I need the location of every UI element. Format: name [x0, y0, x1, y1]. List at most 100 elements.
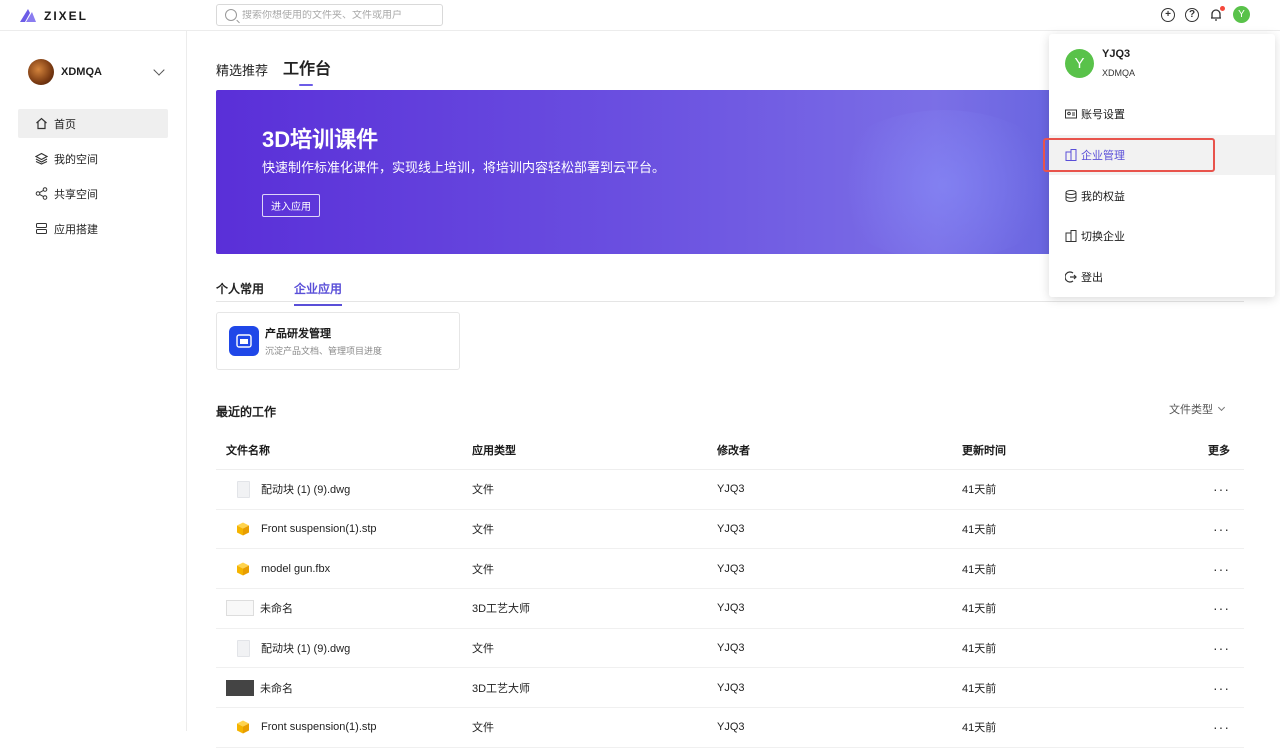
col-more: 更多 — [1208, 445, 1230, 457]
tab-personal[interactable]: 个人常用 — [216, 280, 264, 301]
sidebar-item-home[interactable]: 首页 — [18, 109, 168, 138]
user-menu-header: Y YJQ3 XDMQA — [1065, 48, 1135, 78]
sidebar-item-shared-space[interactable]: 共享空间 — [18, 179, 168, 208]
sidebar-item-label: 首页 — [54, 118, 76, 131]
user-avatar[interactable]: Y — [1233, 6, 1250, 23]
org-switcher[interactable]: XDMQA — [28, 59, 165, 85]
banner-graphic — [824, 110, 1064, 254]
col-name: 文件名称 — [226, 445, 270, 457]
sidebar: XDMQA 首页 我的空间 共享空间 应用搭建 — [0, 31, 187, 731]
top-bar: ZIXEL + ? Y — [0, 0, 1280, 31]
more-icon[interactable]: ··· — [1213, 521, 1230, 537]
more-icon[interactable]: ··· — [1213, 640, 1230, 656]
account-icon — [1065, 109, 1077, 119]
search-input[interactable] — [242, 9, 432, 21]
file-doc-icon — [235, 639, 251, 657]
model-cube-icon — [235, 520, 251, 538]
editor: YJQ3 — [717, 642, 745, 655]
app-type: 文件 — [472, 563, 494, 576]
sidebar-nav: 首页 我的空间 共享空间 应用搭建 — [18, 109, 168, 249]
file-name[interactable]: model gun.fbx — [261, 563, 330, 575]
help-icon[interactable]: ? — [1185, 7, 1199, 22]
more-icon[interactable]: ··· — [1213, 719, 1230, 735]
share-icon — [35, 187, 48, 200]
table-row[interactable]: 配动块 (1) (9).dwg 文件 YJQ3 41天前 ··· — [216, 470, 1244, 510]
update-time: 41天前 — [962, 524, 997, 537]
app-type: 3D工艺大师 — [472, 682, 531, 695]
table-row[interactable]: Front suspension(1).stp 文件 YJQ3 41天前 ··· — [216, 708, 1244, 748]
app-card-product-rd[interactable]: 产品研发管理 沉淀产品文档、管理项目进度 — [216, 312, 460, 370]
menu-item-label: 我的权益 — [1081, 191, 1125, 203]
file-type-filter[interactable]: 文件类型 — [1169, 401, 1226, 417]
editor: YJQ3 — [717, 523, 745, 536]
more-icon[interactable]: ··· — [1213, 481, 1230, 497]
tab-workbench[interactable]: 工作台 — [283, 55, 331, 86]
file-name[interactable]: 未命名 — [260, 600, 293, 616]
banner-subtitle: 快速制作标准化课件，实现线上培训，将培训内容轻松部署到云平台。 — [262, 160, 666, 175]
file-name[interactable]: Front suspension(1).stp — [261, 721, 377, 733]
menu-item-my-benefits[interactable]: 我的权益 — [1049, 176, 1275, 216]
top-icons: + ? Y — [1161, 5, 1250, 23]
more-icon[interactable]: ··· — [1213, 561, 1230, 577]
menu-user-org: XDMQA — [1102, 68, 1136, 78]
tab-enterprise-apps[interactable]: 企业应用 — [294, 280, 343, 306]
building-icon — [1065, 230, 1077, 242]
editor: YJQ3 — [717, 721, 745, 734]
file-name[interactable]: 配动块 (1) (9).dwg — [261, 640, 350, 656]
file-name[interactable]: 配动块 (1) (9).dwg — [261, 481, 350, 497]
enter-app-button[interactable]: 进入应用 — [262, 194, 320, 217]
sidebar-item-label: 共享空间 — [54, 188, 98, 201]
file-name[interactable]: 未命名 — [260, 680, 293, 696]
notification-dot — [1220, 5, 1225, 11]
app-card-title: 产品研发管理 — [265, 328, 331, 340]
org-avatar — [28, 59, 54, 85]
chevron-down-icon — [1217, 403, 1226, 411]
app-type: 文件 — [472, 524, 494, 537]
menu-item-account-settings[interactable]: 账号设置 — [1049, 94, 1275, 134]
sidebar-item-label: 我的空间 — [54, 153, 98, 166]
logout-icon — [1065, 271, 1077, 283]
editor: YJQ3 — [717, 483, 745, 496]
table-row[interactable]: 未命名 3D工艺大师 YJQ3 41天前 ··· — [216, 668, 1244, 709]
menu-item-switch-enterprise[interactable]: 切换企业 — [1049, 216, 1275, 256]
app-type: 3D工艺大师 — [472, 603, 531, 616]
app-card-desc: 沉淀产品文档、管理项目进度 — [265, 346, 383, 356]
banner-title: 3D培训课件 — [262, 127, 379, 152]
col-type: 应用类型 — [472, 445, 516, 457]
logo-text: ZIXEL — [44, 9, 89, 23]
menu-user-name: YJQ3 — [1102, 48, 1131, 60]
add-circle-icon[interactable]: + — [1161, 7, 1175, 22]
menu-item-enterprise-management[interactable]: 企业管理 — [1043, 135, 1275, 175]
col-editor: 修改者 — [717, 445, 750, 457]
recent-table: 文件名称 应用类型 修改者 更新时间 更多 配动块 (1) (9).dwg 文件 Y… — [216, 431, 1244, 748]
editor: YJQ3 — [717, 681, 745, 694]
more-icon[interactable]: ··· — [1213, 600, 1230, 616]
update-time: 41天前 — [962, 722, 997, 735]
app-type: 文件 — [472, 484, 494, 497]
sidebar-item-my-space[interactable]: 我的空间 — [18, 144, 168, 173]
sidebar-item-app-build[interactable]: 应用搭建 — [18, 214, 168, 243]
search-box[interactable] — [216, 4, 443, 26]
menu-item-label: 企业管理 — [1081, 150, 1125, 162]
app-type: 文件 — [472, 722, 494, 735]
search-icon — [225, 9, 237, 21]
filter-label: 文件类型 — [1169, 404, 1213, 416]
update-time: 41天前 — [962, 484, 997, 497]
table-row[interactable]: 未命名 3D工艺大师 YJQ3 41天前 ··· — [216, 589, 1244, 629]
menu-item-logout[interactable]: 登出 — [1049, 257, 1275, 297]
app-folder-icon — [229, 326, 259, 356]
app-type: 文件 — [472, 643, 494, 656]
logo[interactable]: ZIXEL — [18, 6, 88, 26]
layers-icon — [35, 152, 48, 165]
file-name[interactable]: Front suspension(1).stp — [261, 523, 377, 535]
table-row[interactable]: Front suspension(1).stp 文件 YJQ3 41天前 ··· — [216, 510, 1244, 550]
table-row[interactable]: model gun.fbx 文件 YJQ3 41天前 ··· — [216, 549, 1244, 590]
table-row[interactable]: 配动块 (1) (9).dwg 文件 YJQ3 41天前 ··· — [216, 629, 1244, 669]
tab-featured[interactable]: 精选推荐 — [216, 60, 268, 79]
chevron-down-icon[interactable] — [153, 64, 165, 76]
menu-avatar: Y — [1065, 48, 1094, 78]
more-icon[interactable]: ··· — [1213, 680, 1230, 696]
building-icon — [1065, 149, 1077, 161]
bell-icon[interactable] — [1209, 5, 1225, 22]
model-cube-icon — [235, 560, 251, 578]
